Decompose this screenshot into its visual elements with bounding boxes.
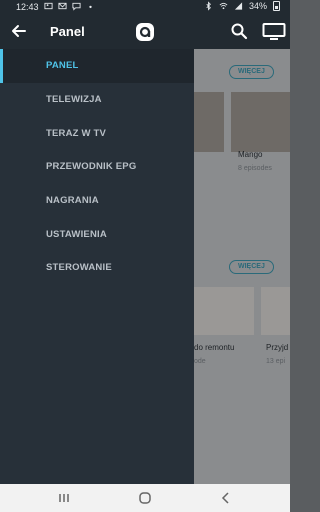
home-icon[interactable] [137,490,153,506]
navigation-drawer: PANEL TELEWIZJA TERAZ W TV PRZEWODNIK EP… [0,49,194,484]
mail-icon [58,2,67,10]
card-title-remont: do remontu [194,343,235,352]
card-sub-przyjd: 13 epi [266,358,286,365]
drawer-item-label: USTAWIENIA [46,229,107,240]
tv-icon[interactable] [262,22,286,40]
back-arrow-icon[interactable] [10,22,28,40]
thumbnail-remont[interactable] [194,287,254,335]
more-button-section-1[interactable]: WIĘCEJ [229,65,274,79]
drawer-item-ustawienia[interactable]: USTAWIENIA [0,218,194,252]
search-icon[interactable] [230,22,248,40]
status-bar: 12:43 34% [0,0,290,14]
battery-percent: 34% [248,1,267,11]
card-title-mango: Mango [238,150,263,159]
drawer-item-nagrania[interactable]: NAGRANIA [0,184,194,218]
battery-icon [273,1,280,11]
signal-icon [234,2,243,10]
drawer-item-label: PRZEWODNIK EPG [46,161,137,172]
page-title: Panel [50,24,85,39]
drawer-item-telewizja[interactable]: TELEWIZJA [0,83,194,117]
wifi-icon [219,2,228,10]
dot-icon [89,5,92,9]
drawer-item-teraz-w-tv[interactable]: TERAZ W TV [0,117,194,151]
more-button-section-2[interactable]: WIĘCEJ [229,260,274,274]
image-icon [44,2,53,10]
bluetooth-icon [206,1,211,11]
drawer-item-panel[interactable]: PANEL [0,49,194,83]
app-bar: Panel [0,14,290,49]
card-title-przyjd: Przyjd [266,343,289,352]
drawer-item-label: PANEL [46,60,79,71]
active-indicator [0,49,3,83]
status-time: 12:43 [16,2,39,12]
drawer-item-label: TERAZ W TV [46,128,107,139]
drawer-item-sterowanie[interactable]: STEROWANIE [0,251,194,285]
thumbnail-partial[interactable] [194,92,224,152]
notification-icons [44,1,95,11]
system-navigation-bar [0,484,290,512]
recent-apps-icon[interactable] [56,490,72,506]
thumbnail-przyjd[interactable] [261,287,290,335]
back-nav-icon[interactable] [218,490,234,506]
drawer-item-label: TELEWIZJA [46,94,102,105]
drawer-item-label: NAGRANIA [46,195,99,206]
card-sub-mango: 8 episodes [238,165,272,172]
thumbnail-mango[interactable] [231,92,290,152]
drawer-item-label: STEROWANIE [46,262,112,273]
card-sub-remont: ode [194,358,206,365]
message-icon [72,2,81,11]
app-logo-icon [136,23,154,41]
drawer-item-przewodnik-epg[interactable]: PRZEWODNIK EPG [0,150,194,184]
